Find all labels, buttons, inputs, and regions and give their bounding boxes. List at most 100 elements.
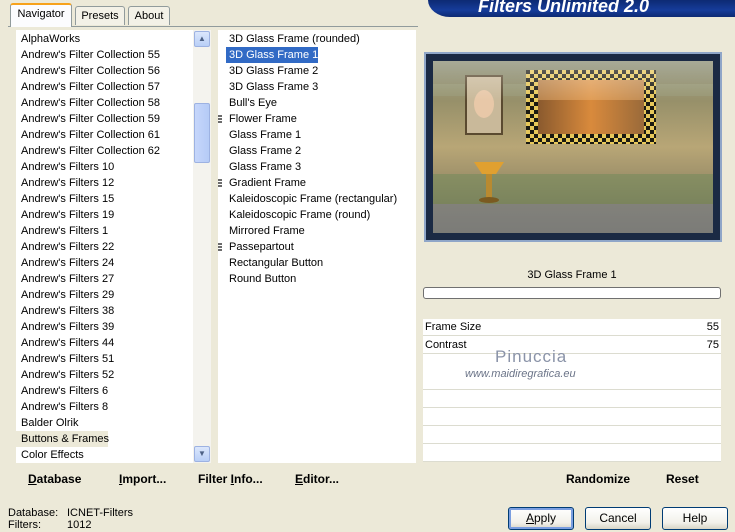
filter-item[interactable]: 3D Glass Frame (rounded) xyxy=(226,31,360,47)
filter-item[interactable]: Bull's Eye xyxy=(226,95,277,111)
tab-label: Navigator xyxy=(17,8,65,20)
reset-button[interactable]: Reset xyxy=(666,470,699,488)
preview-artwork xyxy=(426,54,720,240)
randomize-button[interactable]: Randomize xyxy=(566,470,630,488)
filter-label: Glass Frame 1 xyxy=(229,129,302,141)
category-item[interactable]: Andrew's Filters 8 xyxy=(16,399,196,415)
filter-label: Mirrored Frame xyxy=(229,225,305,237)
app-title: Filters Unlimited 2.0 xyxy=(478,0,650,16)
filter-label: Kaleidoscopic Frame (round) xyxy=(229,209,371,221)
scroll-down-icon[interactable]: ▼ xyxy=(194,446,210,462)
param-value: 55 xyxy=(706,321,719,333)
filter-label: 3D Glass Frame 3 xyxy=(229,81,319,93)
category-item[interactable]: Color Effects xyxy=(16,447,196,463)
filter-item[interactable]: Kaleidoscopic Frame (round) xyxy=(226,207,370,223)
category-scrollbar[interactable]: ▲ ▼ xyxy=(193,30,211,463)
editor-button[interactable]: Editor... xyxy=(295,470,339,488)
category-item[interactable]: Andrew's Filters 24 xyxy=(16,255,196,271)
category-item[interactable]: Andrew's Filters 39 xyxy=(16,319,196,335)
filter-item[interactable]: Kaleidoscopic Frame (rectangular) xyxy=(226,191,397,207)
filter-label: Passepartout xyxy=(229,241,294,253)
database-button[interactable]: Database xyxy=(28,470,81,488)
filter-label: Rectangular Button xyxy=(229,257,324,269)
tab-about[interactable]: About xyxy=(128,6,170,25)
filter-list[interactable]: 3D Glass Frame (rounded) 3D Glass Frame 1… xyxy=(218,30,416,463)
category-list[interactable]: AlphaWorks Andrew's Filter Collection 55 A… xyxy=(16,30,193,463)
preview-image xyxy=(424,52,722,242)
filter-item[interactable]: Glass Frame 1 xyxy=(226,127,301,143)
preview-caption: 3D Glass Frame 1 xyxy=(527,269,617,281)
param-value: 75 xyxy=(706,339,719,351)
multi-preset-icon xyxy=(218,179,222,188)
filter-item[interactable]: Glass Frame 2 xyxy=(226,143,301,159)
help-button[interactable]: Help xyxy=(662,507,728,530)
filter-item[interactable]: Rectangular Button xyxy=(226,255,323,271)
category-item[interactable]: Andrew's Filters 38 xyxy=(16,303,196,319)
category-item[interactable]: Balder Olrik xyxy=(16,415,196,431)
param-label: Contrast xyxy=(425,339,467,351)
cancel-button[interactable]: Cancel xyxy=(585,507,651,530)
filter-item[interactable]: 3D Glass Frame 2 xyxy=(226,63,318,79)
param-empty-rows xyxy=(423,372,721,462)
import-button[interactable]: Import... xyxy=(119,470,166,488)
category-item[interactable]: Buttons & Frames xyxy=(16,431,109,447)
tab-navigator[interactable]: Navigator xyxy=(10,3,72,27)
filter-item[interactable]: Mirrored Frame xyxy=(226,223,305,239)
filter-label: Bull's Eye xyxy=(229,97,277,109)
apply-button[interactable]: Apply xyxy=(508,507,574,530)
filter-item[interactable]: 3D Glass Frame 1 xyxy=(226,47,319,63)
category-item[interactable]: Andrew's Filters 51 xyxy=(16,351,196,367)
category-item[interactable]: Andrew's Filters 19 xyxy=(16,207,196,223)
watermark-name: Pinuccia xyxy=(495,347,568,366)
category-item[interactable]: Andrew's Filter Collection 57 xyxy=(16,79,196,95)
category-item[interactable]: Andrew's Filter Collection 62 xyxy=(16,143,196,159)
param-contrast[interactable]: Contrast 75 xyxy=(423,337,721,354)
filter-info-button[interactable]: Filter Info... xyxy=(198,470,263,488)
category-item[interactable]: Andrew's Filters 44 xyxy=(16,335,196,351)
category-item[interactable]: Andrew's Filters 10 xyxy=(16,159,196,175)
category-item[interactable]: AlphaWorks xyxy=(16,31,196,47)
filter-label: 3D Glass Frame 1 xyxy=(229,49,319,61)
filter-label: 3D Glass Frame 2 xyxy=(229,65,319,77)
status-database-label: Database: xyxy=(8,507,59,519)
filter-label: Kaleidoscopic Frame (rectangular) xyxy=(229,193,398,205)
category-item[interactable]: Andrew's Filter Collection 56 xyxy=(16,63,196,79)
watermark-url: www.maidiregrafica.eu xyxy=(465,368,576,380)
category-item[interactable]: Andrew's Filters 12 xyxy=(16,175,196,191)
category-item[interactable]: Andrew's Filters 29 xyxy=(16,287,196,303)
filter-item[interactable]: Gradient Frame xyxy=(218,175,307,191)
multi-preset-icon xyxy=(218,243,222,252)
multi-preset-icon xyxy=(218,115,222,124)
filter-item[interactable]: 3D Glass Frame 3 xyxy=(226,79,318,95)
category-item[interactable]: Andrew's Filter Collection 61 xyxy=(16,127,196,143)
filter-label: 3D Glass Frame (rounded) xyxy=(229,33,360,45)
category-item[interactable]: Andrew's Filters 6 xyxy=(16,383,196,399)
category-item[interactable]: Andrew's Filters 27 xyxy=(16,271,196,287)
category-item[interactable]: Andrew's Filters 22 xyxy=(16,239,196,255)
category-item[interactable]: Andrew's Filters 15 xyxy=(16,191,196,207)
filter-label: Flower Frame xyxy=(229,113,297,125)
filter-label: Glass Frame 3 xyxy=(229,161,302,173)
scroll-up-icon[interactable]: ▲ xyxy=(194,31,210,47)
filter-item[interactable]: Passepartout xyxy=(218,239,294,255)
filter-item[interactable]: Round Button xyxy=(226,271,296,287)
filter-label: Glass Frame 2 xyxy=(229,145,302,157)
category-item[interactable]: Andrew's Filter Collection 59 xyxy=(16,111,196,127)
category-item[interactable]: Andrew's Filter Collection 58 xyxy=(16,95,196,111)
status-filters-label: Filters: xyxy=(8,519,41,531)
tab-label: Presets xyxy=(81,10,119,22)
filter-label: Gradient Frame xyxy=(229,177,307,189)
filter-item[interactable]: Flower Frame xyxy=(218,111,297,127)
tab-presets[interactable]: Presets xyxy=(75,6,125,25)
app-title-banner: Filters Unlimited 2.0 xyxy=(428,0,735,17)
filter-item[interactable]: Glass Frame 3 xyxy=(226,159,301,175)
status-database-value: ICNET-Filters xyxy=(67,507,133,519)
filter-label: Round Button xyxy=(229,273,297,285)
category-item[interactable]: Andrew's Filter Collection 55 xyxy=(16,47,196,63)
category-item[interactable]: Andrew's Filters 1 xyxy=(16,223,196,239)
progress-bar xyxy=(423,287,721,299)
param-frame-size[interactable]: Frame Size 55 xyxy=(423,319,721,336)
param-label: Frame Size xyxy=(425,321,482,333)
scroll-thumb[interactable] xyxy=(194,103,210,163)
category-item[interactable]: Andrew's Filters 52 xyxy=(16,367,196,383)
